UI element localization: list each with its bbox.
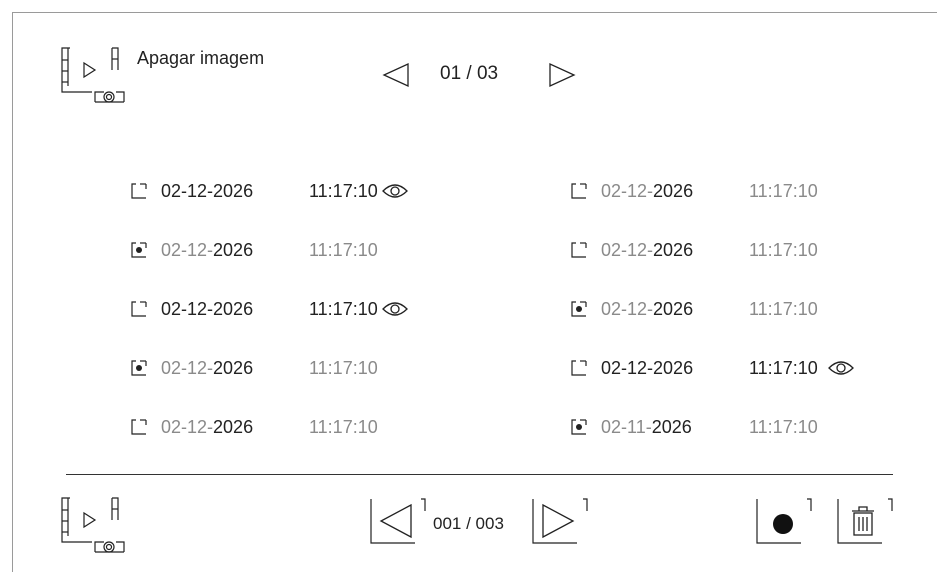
checkbox-icon[interactable] <box>571 183 587 199</box>
record-time: 11:17:10 <box>309 180 378 201</box>
record-time: 11:17:10 <box>749 416 818 437</box>
checkbox-icon[interactable] <box>571 242 587 258</box>
video-camera-icon <box>61 47 125 103</box>
eye-icon <box>381 302 408 316</box>
record-date: 02-12-2026 <box>161 416 254 437</box>
record-date: 02-12-2026 <box>601 180 694 201</box>
checkbox-icon[interactable] <box>131 419 147 435</box>
delete-button[interactable] <box>836 497 894 545</box>
record-date: 02-12-2026 <box>601 239 694 260</box>
checkbox-checked-icon[interactable] <box>571 301 587 317</box>
record-item[interactable]: 02-12-2026 11:17:10 <box>131 412 378 442</box>
record-item[interactable]: 02-12-2026 11:17:10 <box>571 176 818 206</box>
record-date: 02-12-2026 <box>601 357 694 378</box>
record-button[interactable] <box>755 497 813 545</box>
checkbox-icon[interactable] <box>131 183 147 199</box>
record-date: 02-12-2026 <box>161 180 254 201</box>
record-item[interactable]: 02-12-2026 11:17:10 <box>571 353 856 383</box>
record-item[interactable]: 02-12-2026 11:17:10 <box>131 353 378 383</box>
record-item[interactable]: 02-12-2026 11:17:10 <box>131 235 378 265</box>
record-time: 11:17:10 <box>749 298 818 319</box>
record-time: 11:17:10 <box>749 357 818 378</box>
frame-border-top <box>12 12 937 13</box>
previous-page-arrow[interactable] <box>382 62 410 88</box>
record-time: 11:17:10 <box>309 416 378 437</box>
record-time: 11:17:10 <box>749 180 818 201</box>
record-item[interactable]: 02-11-2026 11:17:10 <box>571 412 818 442</box>
eye-icon <box>827 361 854 375</box>
record-time: 11:17:10 <box>309 239 378 260</box>
record-item[interactable]: 02-12-2026 11:17:10 <box>571 235 818 265</box>
checkbox-checked-icon[interactable] <box>571 419 587 435</box>
record-item[interactable]: 02-12-2026 11:17:10 <box>571 294 818 324</box>
eye-icon <box>381 184 408 198</box>
page-title: Apagar imagem <box>137 48 265 68</box>
record-time: 11:17:10 <box>309 357 378 378</box>
next-button[interactable] <box>531 497 589 545</box>
page-indicator: 01 / 03 <box>440 63 499 84</box>
record-time: 11:17:10 <box>749 239 818 260</box>
record-date: 02-11-2026 <box>601 416 692 437</box>
checkbox-checked-icon[interactable] <box>131 360 147 376</box>
checkbox-checked-icon[interactable] <box>131 242 147 258</box>
next-page-arrow[interactable] <box>548 62 576 88</box>
record-date: 02-12-2026 <box>161 357 254 378</box>
record-time: 11:17:10 <box>309 298 378 319</box>
frame-border-left <box>12 12 13 572</box>
checkbox-icon[interactable] <box>131 301 147 317</box>
previous-button[interactable] <box>369 497 427 545</box>
footer-page-indicator: 001 / 003 <box>433 514 504 533</box>
record-date: 02-12-2026 <box>161 239 254 260</box>
divider <box>66 474 893 475</box>
record-item[interactable]: 02-12-2026 11:17:10 <box>131 176 410 206</box>
record-item[interactable]: 02-12-2026 11:17:10 <box>131 294 410 324</box>
checkbox-icon[interactable] <box>571 360 587 376</box>
record-date: 02-12-2026 <box>601 298 694 319</box>
record-date: 02-12-2026 <box>161 298 254 319</box>
video-camera-icon[interactable] <box>60 496 130 554</box>
